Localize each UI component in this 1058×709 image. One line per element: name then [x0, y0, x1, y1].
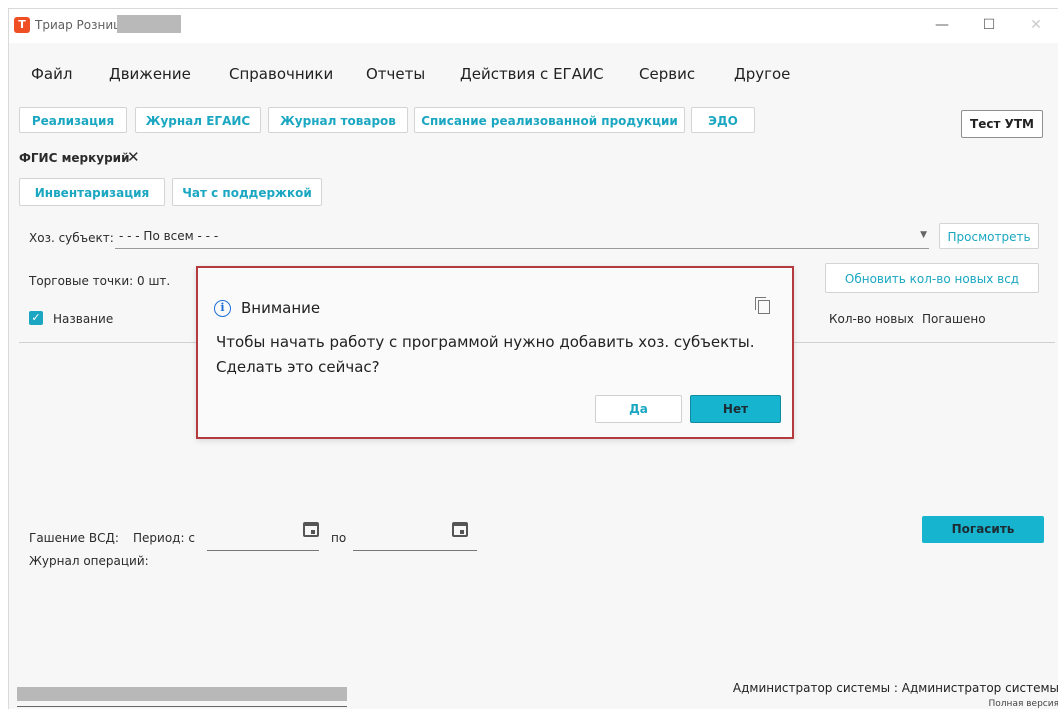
menu-service[interactable]: Сервис	[639, 65, 695, 83]
period-to-label: по	[331, 531, 347, 545]
menu-references[interactable]: Справочники	[229, 65, 333, 83]
menu-movement[interactable]: Движение	[109, 65, 191, 83]
view-button[interactable]: Просмотреть	[939, 223, 1039, 249]
write-off-button[interactable]: Списание реализованной продукции	[414, 107, 685, 133]
title-bar: T Триар Розница — ☐ ✕	[9, 9, 1058, 43]
inventory-button[interactable]: Инвентаризация	[19, 178, 165, 206]
current-user: Администратор системы : Администратор си…	[732, 681, 1058, 695]
period-from-label: Период: с	[133, 531, 195, 545]
subject-select-value: - - - По всем - - -	[119, 229, 219, 243]
app-logo-icon: T	[14, 17, 30, 33]
trade-points-count: Торговые точки: 0 шт.	[29, 274, 171, 288]
tab-fgis-mercury[interactable]: ФГИС меркурий	[19, 151, 129, 165]
redacted-block	[17, 687, 347, 701]
menu-other[interactable]: Другое	[734, 65, 790, 83]
support-chat-button[interactable]: Чат с поддержкой	[172, 178, 322, 206]
footer-divider	[17, 706, 347, 707]
menu-bar: Файл Движение Справочники Отчеты Действи…	[9, 57, 1058, 91]
sales-button[interactable]: Реализация	[19, 107, 127, 133]
maximize-button[interactable]: ☐	[966, 9, 1012, 43]
menu-file[interactable]: Файл	[31, 65, 72, 83]
test-utm-button[interactable]: Тест УТМ	[961, 110, 1043, 138]
egais-journal-button[interactable]: Журнал ЕГАИС	[135, 107, 261, 133]
close-tab-icon[interactable]: ✕	[127, 148, 140, 166]
close-window-button[interactable]: ✕	[1013, 9, 1058, 43]
column-header-paid[interactable]: Погашено	[922, 312, 986, 326]
calendar-icon[interactable]	[452, 522, 468, 537]
redacted-block	[117, 15, 181, 33]
operations-journal-label: Журнал операций:	[29, 554, 149, 568]
copy-icon[interactable]	[755, 297, 770, 314]
yes-button[interactable]: Да	[595, 395, 682, 423]
column-header-new-count[interactable]: Кол-во новых	[829, 312, 914, 326]
info-icon: i	[214, 300, 231, 317]
minimize-button[interactable]: —	[919, 9, 965, 43]
redeem-button[interactable]: Погасить	[922, 516, 1044, 543]
dialog-message: Чтобы начать работу с программой нужно д…	[216, 333, 755, 376]
no-button[interactable]: Нет	[690, 395, 781, 423]
vsd-redemption-label: Гашение ВСД:	[29, 531, 119, 545]
menu-reports[interactable]: Отчеты	[366, 65, 425, 83]
dialog-title: Внимание	[241, 299, 321, 317]
select-all-checkbox[interactable]: ✓	[29, 311, 43, 325]
app-window: T Триар Розница — ☐ ✕ Файл Движение Спра…	[8, 8, 1058, 709]
edo-button[interactable]: ЭДО	[691, 107, 755, 133]
column-header-name[interactable]: Название	[53, 312, 113, 326]
menu-egais-actions[interactable]: Действия с ЕГАИС	[460, 65, 604, 83]
window-title: Триар Розница	[35, 18, 129, 32]
goods-journal-button[interactable]: Журнал товаров	[268, 107, 408, 133]
update-vsd-count-button[interactable]: Обновить кол-во новых всд	[825, 263, 1039, 293]
subject-label: Хоз. субъект:	[29, 231, 114, 245]
subject-select[interactable]: - - - По всем - - - ▼	[115, 226, 929, 249]
chevron-down-icon: ▼	[920, 230, 927, 240]
calendar-icon[interactable]	[303, 522, 319, 537]
confirm-dialog: i Внимание Чтобы начать работу с програм…	[196, 266, 794, 439]
